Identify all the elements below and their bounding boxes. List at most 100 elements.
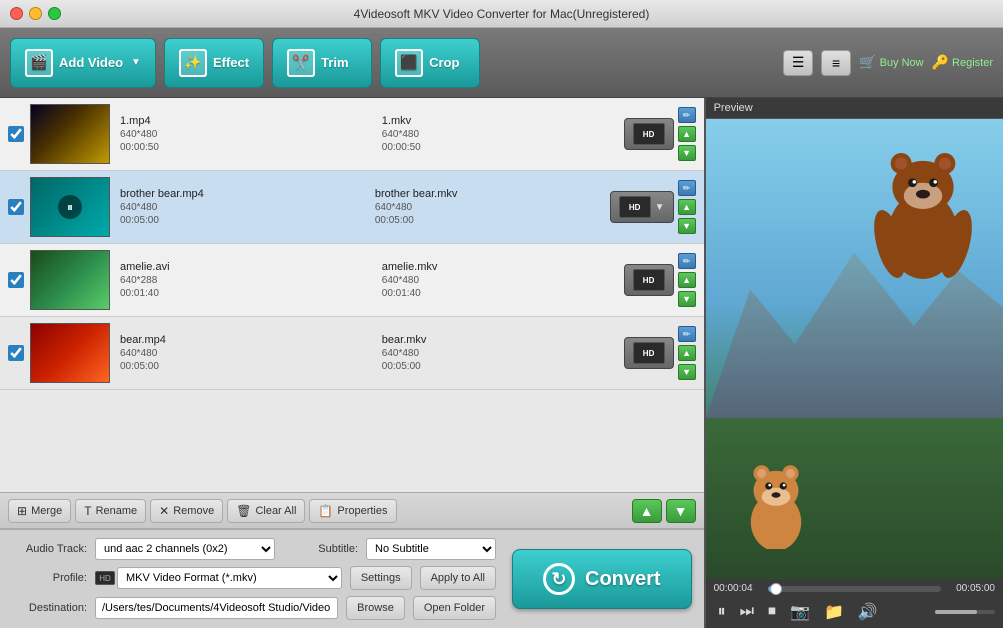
- step-forward-button[interactable]: ⏭: [736, 601, 758, 623]
- merge-button[interactable]: ⊞ Merge: [8, 499, 71, 523]
- add-video-button[interactable]: 🎬 Add Video ▼: [10, 38, 156, 88]
- settings-area: Audio Track: und aac 2 channels (0x2) Su…: [0, 528, 704, 628]
- destination-input[interactable]: [95, 597, 338, 619]
- move-down-icon[interactable]: ▼: [678, 145, 696, 161]
- current-time: 00:00:04: [714, 583, 762, 594]
- profile-select[interactable]: MKV Video Format (*.mkv): [117, 567, 342, 589]
- file-checkbox[interactable]: [8, 126, 24, 142]
- small-bear-svg: [736, 459, 816, 549]
- format-button[interactable]: HD: [624, 118, 674, 150]
- buy-now-button[interactable]: 🛒 Buy Now: [859, 54, 923, 71]
- main-area: 1.mp4 1.mkv 640*480 640*480 00:00:50 00:…: [0, 98, 1003, 628]
- file-thumbnail: [30, 323, 110, 383]
- file-thumbnail: ⏸: [30, 177, 110, 237]
- file-actions: ✏ ▲ ▼: [678, 107, 696, 161]
- apply-to-all-button[interactable]: Apply to All: [420, 566, 496, 590]
- effect-icon: ✨: [179, 49, 207, 77]
- move-down-icon[interactable]: ▼: [678, 291, 696, 307]
- progress-track[interactable]: [768, 586, 941, 592]
- register-button[interactable]: 🔑 Register: [932, 54, 993, 71]
- effect-label: Effect: [213, 55, 249, 70]
- pause-button[interactable]: ⏸: [714, 601, 730, 623]
- clear-all-label: Clear All: [255, 505, 296, 517]
- move-up-icon[interactable]: ▲: [678, 199, 696, 215]
- format-button[interactable]: HD ▼: [610, 191, 674, 223]
- table-row[interactable]: bear.mp4 bear.mkv 640*480 640*480 00:05:…: [0, 317, 704, 390]
- edit-icon[interactable]: ✏: [678, 107, 696, 123]
- total-time: 00:05:00: [947, 583, 995, 594]
- window-controls[interactable]: [10, 7, 61, 20]
- move-up-icon[interactable]: ▲: [678, 272, 696, 288]
- remove-button[interactable]: ✕ Remove: [150, 499, 223, 523]
- source-filename: bear.mp4: [120, 334, 362, 346]
- rename-icon: T: [84, 504, 91, 518]
- list-view-button[interactable]: ☰: [783, 50, 813, 76]
- move-up-button[interactable]: ▲: [632, 499, 662, 523]
- bear-scene: [706, 119, 1003, 579]
- file-checkbox[interactable]: [8, 199, 24, 215]
- volume-track[interactable]: [935, 610, 995, 614]
- trim-button[interactable]: ✂️ Trim: [272, 38, 372, 88]
- source-duration: 00:05:00: [120, 361, 362, 372]
- detail-view-button[interactable]: ≡: [821, 50, 851, 76]
- format-dropdown-arrow: ▼: [655, 202, 665, 213]
- edit-icon[interactable]: ✏: [678, 180, 696, 196]
- table-row[interactable]: ⏸ brother bear.mp4 brother bear.mkv 640*…: [0, 171, 704, 244]
- file-info: brother bear.mp4 brother bear.mkv 640*48…: [120, 188, 610, 226]
- dest-filename: bear.mkv: [382, 334, 624, 346]
- source-duration: 00:05:00: [120, 215, 355, 226]
- dest-duration: 00:00:50: [382, 142, 624, 153]
- clear-icon: 🗑: [236, 504, 251, 518]
- move-up-icon[interactable]: ▲: [678, 126, 696, 142]
- right-convert: ↻ Convert: [496, 538, 692, 620]
- browse-button[interactable]: Browse: [346, 596, 405, 620]
- trim-label: Trim: [321, 55, 348, 70]
- titlebar: 4Videosoft MKV Video Converter for Mac(U…: [0, 0, 1003, 28]
- close-button[interactable]: [10, 7, 23, 20]
- format-button[interactable]: HD: [624, 337, 674, 369]
- table-row[interactable]: amelie.avi amelie.mkv 640*288 640*480 00…: [0, 244, 704, 317]
- subtitle-select[interactable]: No Subtitle: [366, 538, 496, 560]
- clear-all-button[interactable]: 🗑 Clear All: [227, 499, 305, 523]
- crop-button[interactable]: ⬛ Crop: [380, 38, 480, 88]
- pause-overlay: ⏸: [58, 195, 82, 219]
- edit-icon[interactable]: ✏: [678, 253, 696, 269]
- format-button[interactable]: HD: [624, 264, 674, 296]
- stop-button[interactable]: ⏹: [764, 601, 780, 623]
- add-video-label: Add Video: [59, 55, 123, 70]
- open-folder-button[interactable]: Open Folder: [413, 596, 496, 620]
- file-list-area: 1.mp4 1.mkv 640*480 640*480 00:00:50 00:…: [0, 98, 704, 628]
- effect-button[interactable]: ✨ Effect: [164, 38, 264, 88]
- rename-button[interactable]: T Rename: [75, 499, 146, 523]
- properties-button[interactable]: 📋 Properties: [309, 499, 396, 523]
- file-actions: ✏ ▲ ▼: [678, 253, 696, 307]
- screenshot-button[interactable]: 📷: [786, 600, 814, 624]
- file-checkbox[interactable]: [8, 272, 24, 288]
- folder-button[interactable]: 📁: [820, 600, 848, 624]
- preview-video: [706, 119, 1003, 579]
- window-title: 4Videosoft MKV Video Converter for Mac(U…: [354, 7, 650, 21]
- volume-button[interactable]: 🔊: [854, 600, 882, 624]
- table-row[interactable]: 1.mp4 1.mkv 640*480 640*480 00:00:50 00:…: [0, 98, 704, 171]
- remove-icon: ✕: [159, 504, 169, 518]
- settings-button[interactable]: Settings: [350, 566, 412, 590]
- merge-label: Merge: [31, 505, 62, 517]
- progress-thumb: [770, 583, 782, 595]
- audio-row: Audio Track: und aac 2 channels (0x2) Su…: [12, 538, 496, 560]
- key-icon: 🔑: [932, 54, 949, 71]
- time-bar: 00:00:04 00:05:00: [714, 583, 995, 594]
- file-checkbox[interactable]: [8, 345, 24, 361]
- minimize-button[interactable]: [29, 7, 42, 20]
- audio-track-select[interactable]: und aac 2 channels (0x2): [95, 538, 275, 560]
- move-up-icon[interactable]: ▲: [678, 345, 696, 361]
- move-down-button[interactable]: ▼: [666, 499, 696, 523]
- move-down-icon[interactable]: ▼: [678, 364, 696, 380]
- profile-row: Profile: HD MKV Video Format (*.mkv) Set…: [12, 566, 496, 590]
- edit-icon[interactable]: ✏: [678, 326, 696, 342]
- maximize-button[interactable]: [48, 7, 61, 20]
- file-actions: ✏ ▲ ▼: [678, 180, 696, 234]
- move-down-icon[interactable]: ▼: [678, 218, 696, 234]
- format-icon: HD: [619, 196, 651, 218]
- convert-button[interactable]: ↻ Convert: [512, 549, 692, 609]
- file-actions: ✏ ▲ ▼: [678, 326, 696, 380]
